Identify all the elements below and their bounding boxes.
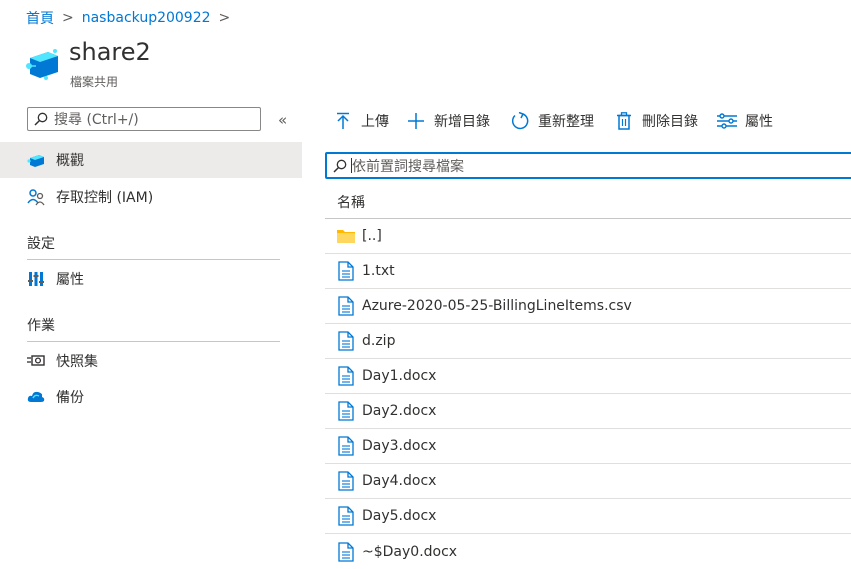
sidebar-search-placeholder: 搜尋 (Ctrl+/) [54,112,139,128]
sidebar-item-properties[interactable]: 屬性 [0,261,302,297]
file-icon [336,331,356,351]
table-row[interactable]: Day4.docx [325,464,851,499]
add-directory-button[interactable]: 新增目錄 [406,110,490,132]
sidebar-search-input[interactable]: 搜尋 (Ctrl+/) [27,107,261,131]
file-name: Day2.docx [362,403,437,419]
sidebar-item-overview[interactable]: 概觀 [0,142,302,178]
refresh-button[interactable]: 重新整理 [510,110,594,132]
file-icon [336,401,356,421]
file-icon [336,436,356,456]
file-icon [336,506,356,526]
file-name: Day1.docx [362,368,437,384]
file-name: ~$Day0.docx [362,543,458,560]
breadcrumb: 首頁 > nasbackup200922 > [26,8,230,28]
breadcrumb-account-link[interactable]: nasbackup200922 [82,10,211,26]
sidebar-item-label: 概觀 [56,153,84,169]
file-name: Day3.docx [362,438,437,454]
file-name: Day4.docx [362,473,437,489]
file-name: [..] [362,228,382,244]
page-subtitle: 檔案共用 [70,75,119,89]
plus-icon [406,111,426,131]
table-row[interactable]: Day2.docx [325,394,851,429]
search-icon [333,159,347,173]
backup-cloud-icon [26,387,46,407]
file-icon [336,541,356,562]
table-row[interactable]: Azure-2020-05-25-BillingLineItems.csv [325,289,851,324]
column-header-name[interactable]: 名稱 [337,192,365,212]
section-settings-title: 設定 [27,236,55,252]
delete-directory-button[interactable]: 刪除目錄 [614,110,698,132]
sidebar-item-label: 備份 [56,390,84,406]
section-divider [27,259,280,260]
add-directory-label: 新增目錄 [434,114,490,130]
section-divider [27,341,280,342]
sidebar-item-backup[interactable]: 備份 [0,379,302,415]
sidebar-item-label: 存取控制 (IAM) [56,190,154,206]
properties-label: 屬性 [745,114,773,130]
file-icon [336,366,356,386]
file-search-input[interactable]: 依前置詞搜尋檔案 [325,152,851,179]
refresh-label: 重新整理 [538,114,594,130]
file-search-placeholder: 依前置詞搜尋檔案 [352,158,464,175]
overview-icon [26,150,46,170]
trash-icon [614,111,634,131]
table-row[interactable]: ~$Day0.docx [325,534,851,569]
section-operations-title: 作業 [27,318,55,334]
delete-directory-label: 刪除目錄 [642,114,698,130]
file-name: Azure-2020-05-25-BillingLineItems.csv [362,298,632,314]
file-icon [336,261,356,281]
file-icon [336,296,356,316]
table-row[interactable]: [..] [325,219,851,254]
table-row[interactable]: 1.txt [325,254,851,289]
upload-button[interactable]: 上傳 [333,110,389,132]
chevron-right-icon: > [218,10,231,26]
settings-sliders-icon [717,111,737,131]
table-row[interactable]: Day3.docx [325,429,851,464]
sidebar-item-snapshots[interactable]: 快照集 [0,343,302,379]
chevron-right-icon: > [62,10,74,26]
file-icon [336,471,356,491]
upload-icon [333,111,353,131]
refresh-icon [510,111,530,131]
page-title: share2 [69,38,151,66]
file-share-icon [24,48,62,80]
sidebar-item-iam[interactable]: 存取控制 (IAM) [0,179,302,215]
file-name: d.zip [362,333,396,349]
properties-icon [26,269,46,289]
folder-icon [336,226,356,246]
sidebar-item-label: 快照集 [56,354,98,370]
breadcrumb-home-link[interactable]: 首頁 [26,8,54,28]
iam-icon [26,187,46,207]
snapshot-icon [26,351,46,371]
upload-label: 上傳 [361,114,389,130]
collapse-sidebar-button[interactable]: « [278,111,287,129]
properties-button[interactable]: 屬性 [717,110,773,132]
table-row[interactable]: d.zip [325,324,851,359]
table-row[interactable]: Day1.docx [325,359,851,394]
file-name: 1.txt [362,263,395,279]
table-row[interactable]: Day5.docx [325,499,851,534]
search-icon [34,112,48,126]
file-name: Day5.docx [362,508,437,524]
sidebar-item-label: 屬性 [56,272,84,288]
